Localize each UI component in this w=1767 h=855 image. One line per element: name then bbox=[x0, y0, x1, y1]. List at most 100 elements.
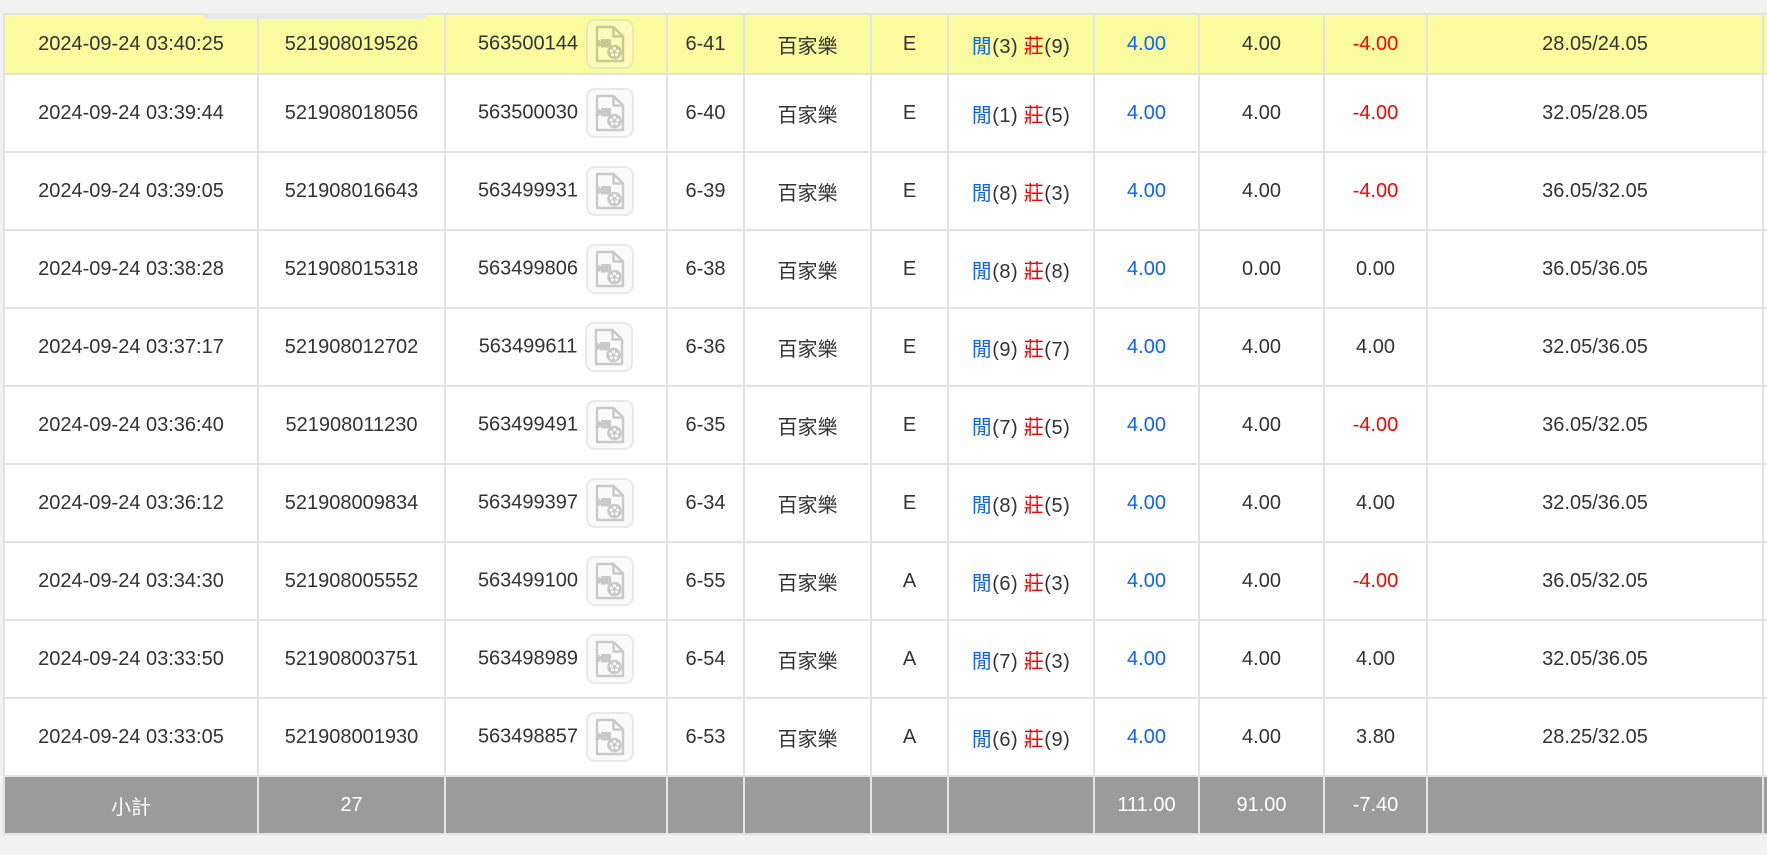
summary-empty-cell bbox=[1427, 776, 1763, 834]
video-replay-button[interactable] bbox=[586, 166, 634, 216]
banker-score: (3) bbox=[1044, 183, 1070, 205]
empty-edge-cell bbox=[1763, 542, 1767, 620]
video-replay-button[interactable] bbox=[586, 400, 634, 450]
player-label: 閒 bbox=[972, 339, 993, 361]
game-name-cell: 百家樂 bbox=[744, 308, 871, 386]
video-replay-button[interactable] bbox=[586, 712, 634, 762]
result-cell: 閒(9) 莊(7) bbox=[948, 308, 1094, 386]
shoe-round-cell: 6-54 bbox=[667, 620, 744, 698]
round-id: 563498989 bbox=[478, 648, 578, 670]
winloss-cell: -4.00 bbox=[1324, 14, 1427, 74]
player-score: (7) bbox=[992, 651, 1018, 673]
game-name-cell: 百家樂 bbox=[744, 74, 871, 152]
table-row[interactable]: 2024-09-24 03:36:40 521908011230 5634994… bbox=[4, 386, 1767, 464]
empty-edge-cell bbox=[1763, 230, 1767, 308]
winloss-cell: 4.00 bbox=[1324, 464, 1427, 542]
table-code-cell: E bbox=[871, 152, 948, 230]
bet-id-cell: 521908018056 bbox=[258, 74, 445, 152]
table-row[interactable]: 2024-09-24 03:34:30 521908005552 5634991… bbox=[4, 542, 1767, 620]
video-replay-button[interactable] bbox=[585, 322, 633, 372]
video-replay-button[interactable] bbox=[586, 556, 634, 606]
player-score: (8) bbox=[992, 261, 1018, 283]
summary-empty-cell bbox=[871, 776, 948, 834]
round-id-cell: 563500144 bbox=[445, 14, 667, 74]
banker-label: 莊 bbox=[1024, 183, 1045, 205]
bet-time-cell: 2024-09-24 03:36:40 bbox=[4, 386, 258, 464]
bet-amount-cell: 4.00 bbox=[1094, 698, 1199, 776]
player-score: (8) bbox=[992, 183, 1018, 205]
bet-time-cell: 2024-09-24 03:38:28 bbox=[4, 230, 258, 308]
game-name-cell: 百家樂 bbox=[744, 620, 871, 698]
table-row[interactable]: 2024-09-24 03:37:17 521908012702 5634996… bbox=[4, 308, 1767, 386]
banker-score: (9) bbox=[1044, 729, 1070, 751]
player-label: 閒 bbox=[972, 417, 993, 439]
game-name-cell: 百家樂 bbox=[744, 386, 871, 464]
winloss-cell: -4.00 bbox=[1324, 542, 1427, 620]
round-id: 563498857 bbox=[478, 726, 578, 748]
table-code-cell: E bbox=[871, 386, 948, 464]
valid-amount-cell: 4.00 bbox=[1199, 152, 1324, 230]
table-row[interactable]: 2024-09-24 03:33:05 521908001930 5634988… bbox=[4, 698, 1767, 776]
player-score: (1) bbox=[992, 105, 1018, 127]
table-row[interactable]: 2024-09-24 03:39:05 521908016643 5634999… bbox=[4, 152, 1767, 230]
empty-edge-cell bbox=[1763, 308, 1767, 386]
table-row[interactable]: 2024-09-24 03:36:12 521908009834 5634993… bbox=[4, 464, 1767, 542]
bet-id-cell: 521908016643 bbox=[258, 152, 445, 230]
valid-amount-cell: 0.00 bbox=[1199, 230, 1324, 308]
round-id-cell: 563498989 bbox=[445, 620, 667, 698]
result-cell: 閒(6) 莊(3) bbox=[948, 542, 1094, 620]
bet-id-cell: 521908019526 bbox=[258, 14, 445, 74]
video-replay-button[interactable] bbox=[586, 244, 634, 294]
banker-score: (8) bbox=[1044, 261, 1070, 283]
bet-amount-cell: 4.00 bbox=[1094, 308, 1199, 386]
video-replay-button[interactable] bbox=[586, 478, 634, 528]
banker-label: 莊 bbox=[1024, 495, 1045, 517]
video-file-icon bbox=[593, 250, 627, 288]
round-id-cell: 563499397 bbox=[445, 464, 667, 542]
table-row[interactable]: 2024-09-24 03:40:25 521908019526 5635001… bbox=[4, 14, 1767, 74]
winloss-cell: -4.00 bbox=[1324, 152, 1427, 230]
summary-empty-cell bbox=[1763, 776, 1767, 834]
player-label: 閒 bbox=[972, 36, 993, 58]
video-replay-button[interactable] bbox=[586, 634, 634, 684]
summary-empty-cell bbox=[445, 776, 667, 834]
player-score: (3) bbox=[992, 36, 1018, 58]
winloss-cell: 4.00 bbox=[1324, 308, 1427, 386]
bet-id-cell: 521908009834 bbox=[258, 464, 445, 542]
bet-time-cell: 2024-09-24 03:40:25 bbox=[4, 14, 258, 74]
video-replay-button[interactable] bbox=[586, 19, 634, 69]
bet-time-cell: 2024-09-24 03:39:05 bbox=[4, 152, 258, 230]
player-label: 閒 bbox=[972, 183, 993, 205]
bet-amount-cell: 4.00 bbox=[1094, 386, 1199, 464]
table-row[interactable]: 2024-09-24 03:33:50 521908003751 5634989… bbox=[4, 620, 1767, 698]
table-row[interactable]: 2024-09-24 03:39:44 521908018056 5635000… bbox=[4, 74, 1767, 152]
round-id: 563500144 bbox=[478, 33, 578, 55]
bet-time-cell: 2024-09-24 03:34:30 bbox=[4, 542, 258, 620]
player-score: (6) bbox=[992, 729, 1018, 751]
empty-edge-cell bbox=[1763, 152, 1767, 230]
winloss-cell: -4.00 bbox=[1324, 386, 1427, 464]
bet-amount-cell: 4.00 bbox=[1094, 464, 1199, 542]
shoe-round-cell: 6-36 bbox=[667, 308, 744, 386]
shoe-round-cell: 6-55 bbox=[667, 542, 744, 620]
banker-score: (5) bbox=[1044, 417, 1070, 439]
balance-cell: 28.05/24.05 bbox=[1427, 14, 1763, 74]
player-label: 閒 bbox=[972, 651, 993, 673]
balance-cell: 32.05/36.05 bbox=[1427, 464, 1763, 542]
valid-amount-cell: 4.00 bbox=[1199, 14, 1324, 74]
player-score: (9) bbox=[992, 339, 1018, 361]
balance-cell: 36.05/32.05 bbox=[1427, 542, 1763, 620]
summary-empty-cell bbox=[744, 776, 871, 834]
table-code-cell: A bbox=[871, 542, 948, 620]
player-label: 閒 bbox=[972, 105, 993, 127]
player-label: 閒 bbox=[972, 495, 993, 517]
bet-amount-cell: 4.00 bbox=[1094, 74, 1199, 152]
video-replay-button[interactable] bbox=[586, 88, 634, 138]
table-row[interactable]: 2024-09-24 03:38:28 521908015318 5634998… bbox=[4, 230, 1767, 308]
banker-score: (7) bbox=[1044, 339, 1070, 361]
bet-id-cell: 521908015318 bbox=[258, 230, 445, 308]
player-score: (6) bbox=[992, 573, 1018, 595]
video-file-icon bbox=[593, 172, 627, 210]
shoe-round-cell: 6-53 bbox=[667, 698, 744, 776]
round-id: 563499931 bbox=[478, 180, 578, 202]
